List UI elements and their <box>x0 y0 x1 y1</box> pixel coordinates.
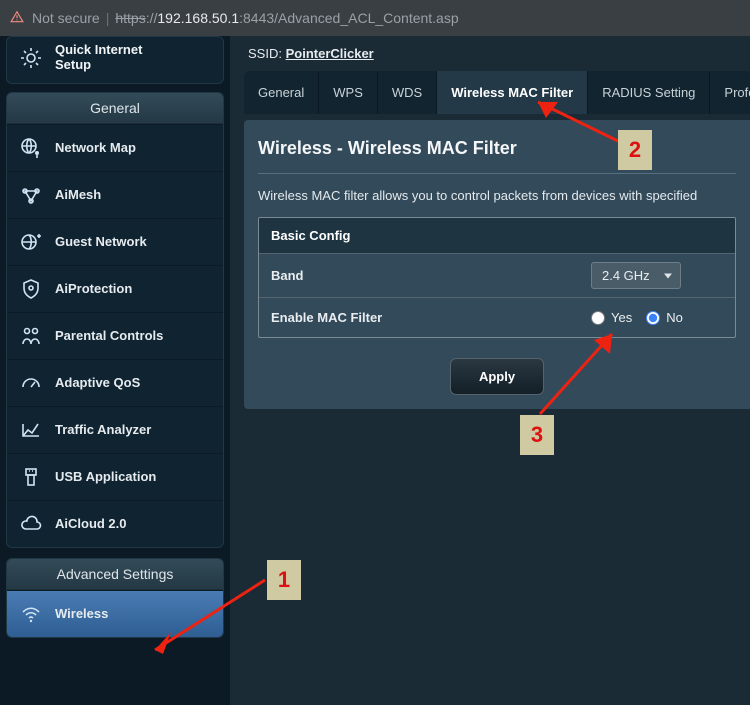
band-label: Band <box>259 256 579 295</box>
mesh-icon <box>17 183 45 207</box>
page-title: Wireless - Wireless MAC Filter <box>258 138 736 159</box>
sidebar-item-traffic-analyzer[interactable]: Traffic Analyzer <box>7 406 223 453</box>
sidebar-item-label: USB Application <box>55 469 156 484</box>
quick-setup-line2: Setup <box>55 58 142 73</box>
tab-professional[interactable]: Profes <box>710 71 750 114</box>
cloud-icon <box>17 512 45 536</box>
chart-arrows-icon <box>17 418 45 442</box>
ssid-value[interactable]: PointerClicker <box>286 46 374 61</box>
band-select[interactable]: 2.4 GHz <box>591 262 681 289</box>
sidebar-panel-general: General Network Map AiMesh Guest Network… <box>6 92 224 548</box>
browser-address-bar: Not secure | https://192.168.50.1:8443/A… <box>0 0 750 36</box>
not-secure-text: Not secure <box>32 10 100 26</box>
content-card: Wireless - Wireless MAC Filter Wireless … <box>244 120 750 409</box>
not-secure-warning-icon <box>10 10 24 27</box>
page-description: Wireless MAC filter allows you to contro… <box>258 188 736 203</box>
sidebar-item-parental-controls[interactable]: Parental Controls <box>7 312 223 359</box>
ssid-label: SSID: <box>248 46 282 61</box>
annotation-badge-3: 3 <box>520 415 554 455</box>
annotation-badge-2: 2 <box>618 130 652 170</box>
basic-config-header: Basic Config <box>259 218 735 253</box>
sidebar-item-guest-network[interactable]: Guest Network <box>7 218 223 265</box>
shield-icon <box>17 277 45 301</box>
tab-wds[interactable]: WDS <box>378 71 437 114</box>
main-content: SSID: PointerClicker General WPS WDS Wir… <box>230 36 750 705</box>
sidebar-item-label: AiProtection <box>55 281 132 296</box>
ssid-line: SSID: PointerClicker <box>244 42 750 71</box>
sidebar-item-aicloud[interactable]: AiCloud 2.0 <box>7 500 223 547</box>
panel-title-general: General <box>7 93 223 124</box>
sidebar-item-label: Traffic Analyzer <box>55 422 151 437</box>
quick-setup-line1: Quick Internet <box>55 43 142 58</box>
globe-pin-icon <box>17 136 45 160</box>
usb-icon <box>17 465 45 489</box>
enable-no-label: No <box>666 310 683 325</box>
url-path: /Advanced_ACL_Content.asp <box>274 10 458 26</box>
sidebar-item-label: AiMesh <box>55 187 101 202</box>
tab-wps[interactable]: WPS <box>319 71 378 114</box>
annotation-badge-1: 1 <box>267 560 301 600</box>
band-select-value: 2.4 GHz <box>602 268 650 283</box>
sidebar-item-aimesh[interactable]: AiMesh <box>7 171 223 218</box>
url-port: :8443 <box>239 10 274 26</box>
sidebar-item-aiprotection[interactable]: AiProtection <box>7 265 223 312</box>
quick-internet-setup[interactable]: Quick Internet Setup <box>6 36 224 84</box>
sidebar-item-adaptive-qos[interactable]: Adaptive QoS <box>7 359 223 406</box>
url-host: 192.168.50.1 <box>157 10 239 26</box>
sidebar-item-label: Guest Network <box>55 234 147 249</box>
annotation-arrow-1 <box>135 570 275 670</box>
sidebar-item-label: AiCloud 2.0 <box>55 516 127 531</box>
row-band: Band 2.4 GHz <box>259 253 735 297</box>
basic-config-table: Basic Config Band 2.4 GHz Enable MAC Fil… <box>258 217 736 338</box>
sidebar-item-network-map[interactable]: Network Map <box>7 124 223 171</box>
gauge-icon <box>17 371 45 395</box>
wifi-icon <box>17 602 45 626</box>
sidebar-item-label: Wireless <box>55 606 108 621</box>
sidebar-item-label: Parental Controls <box>55 328 163 343</box>
annotation-arrow-3 <box>530 322 640 422</box>
globe-plus-icon <box>17 230 45 254</box>
sidebar-item-label: Network Map <box>55 140 136 155</box>
url-scheme: https <box>115 10 145 26</box>
sidebar-item-label: Adaptive QoS <box>55 375 140 390</box>
enable-no-radio[interactable] <box>646 311 660 325</box>
tab-bar: General WPS WDS Wireless MAC Filter RADI… <box>244 71 750 114</box>
tab-general[interactable]: General <box>244 71 319 114</box>
family-icon <box>17 324 45 348</box>
gear-network-icon <box>17 46 45 70</box>
row-enable-mac-filter: Enable MAC Filter Yes No <box>259 297 735 337</box>
sidebar-item-usb-application[interactable]: USB Application <box>7 453 223 500</box>
